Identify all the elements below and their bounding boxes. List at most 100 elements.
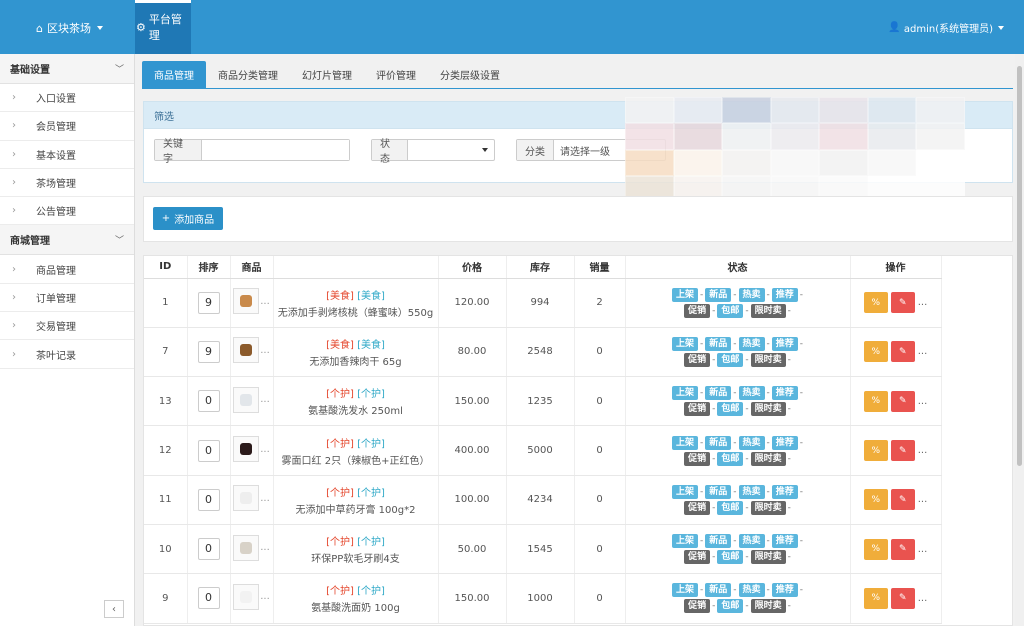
status-badge-promo-2[interactable]: 限时卖 xyxy=(750,451,786,466)
more-actions[interactable]: ... xyxy=(918,494,928,505)
link-button[interactable]: % xyxy=(863,341,888,363)
status-badge-1[interactable]: 新品 xyxy=(705,386,732,401)
status-badge-promo-0[interactable]: 促销 xyxy=(684,402,711,417)
sidebar-item-members[interactable]: › 会员管理 xyxy=(0,112,134,141)
status-badge-promo-2[interactable]: 限时卖 xyxy=(750,599,786,614)
sidebar-item-products[interactable]: › 商品管理 xyxy=(0,255,134,284)
more-actions[interactable]: ... xyxy=(918,593,928,604)
sidebar-item-announcements[interactable]: › 公告管理 xyxy=(0,197,134,226)
more-actions[interactable]: ... xyxy=(918,544,928,555)
status-badge-3[interactable]: 推荐 xyxy=(771,336,798,351)
status-badge-1[interactable]: 新品 xyxy=(705,287,732,302)
tab-category-levels[interactable]: 分类层级设置 xyxy=(428,61,512,88)
status-badge-3[interactable]: 推荐 xyxy=(771,435,798,450)
status-badge-1[interactable]: 新品 xyxy=(705,583,732,598)
edit-button[interactable]: ✎ xyxy=(890,538,915,560)
link-button[interactable]: % xyxy=(863,538,888,560)
edit-button[interactable]: ✎ xyxy=(890,587,915,609)
tab-reviews[interactable]: 评价管理 xyxy=(364,61,428,88)
edit-button[interactable]: ✎ xyxy=(890,390,915,412)
status-badge-2[interactable]: 热卖 xyxy=(738,534,765,549)
status-badge-promo-0[interactable]: 促销 xyxy=(684,599,711,614)
status-badge-0[interactable]: 上架 xyxy=(671,336,698,351)
sort-input[interactable]: 0 xyxy=(197,587,220,610)
status-badge-0[interactable]: 上架 xyxy=(671,534,698,549)
sidebar-item-transactions[interactable]: › 交易管理 xyxy=(0,312,134,341)
status-badge-promo-2[interactable]: 限时卖 xyxy=(750,550,786,565)
status-badge-promo-2[interactable]: 限时卖 xyxy=(750,402,786,417)
status-badge-0[interactable]: 上架 xyxy=(671,435,698,450)
sort-input[interactable]: 0 xyxy=(197,488,220,511)
link-button[interactable]: % xyxy=(863,489,888,511)
link-button[interactable]: % xyxy=(863,440,888,462)
status-badge-promo-1[interactable]: 包邮 xyxy=(717,599,744,614)
status-badge-2[interactable]: 热卖 xyxy=(738,435,765,450)
status-badge-0[interactable]: 上架 xyxy=(671,287,698,302)
status-badge-1[interactable]: 新品 xyxy=(705,484,732,499)
status-badge-promo-1[interactable]: 包邮 xyxy=(717,550,744,565)
scrollbar-thumb[interactable] xyxy=(1017,66,1022,466)
status-badge-promo-2[interactable]: 限时卖 xyxy=(750,303,786,318)
status-badge-3[interactable]: 推荐 xyxy=(771,583,798,598)
more-actions[interactable]: ... xyxy=(918,297,928,308)
tab-products[interactable]: 商品管理 xyxy=(142,61,206,88)
product-thumbnail[interactable] xyxy=(233,337,260,364)
status-badge-3[interactable]: 推荐 xyxy=(771,287,798,302)
nav-platform-admin[interactable]: ⚙ 平台管理 xyxy=(135,0,191,54)
status-badge-promo-1[interactable]: 包邮 xyxy=(717,402,744,417)
edit-button[interactable]: ✎ xyxy=(890,341,915,363)
status-badge-promo-1[interactable]: 包邮 xyxy=(717,451,744,466)
status-badge-promo-0[interactable]: 促销 xyxy=(684,352,711,367)
product-thumbnail[interactable] xyxy=(233,288,260,315)
status-badge-promo-0[interactable]: 促销 xyxy=(684,303,711,318)
status-badge-0[interactable]: 上架 xyxy=(671,583,698,598)
status-badge-2[interactable]: 热卖 xyxy=(738,484,765,499)
status-badge-promo-1[interactable]: 包邮 xyxy=(717,352,744,367)
status-badge-promo-2[interactable]: 限时卖 xyxy=(750,500,786,515)
status-badge-2[interactable]: 热卖 xyxy=(738,287,765,302)
status-badge-promo-1[interactable]: 包邮 xyxy=(717,500,744,515)
col-id[interactable]: ID xyxy=(144,256,188,279)
col-sort[interactable]: 排序 xyxy=(187,256,231,279)
sidebar-item-basic-settings[interactable]: › 基本设置 xyxy=(0,141,134,169)
status-badge-3[interactable]: 推荐 xyxy=(771,534,798,549)
status-badge-2[interactable]: 热卖 xyxy=(738,583,765,598)
more-actions[interactable]: ... xyxy=(918,445,928,456)
product-thumbnail[interactable] xyxy=(233,534,260,561)
col-sales[interactable]: 销量 xyxy=(574,256,626,279)
user-menu[interactable]: 👤 admin(系统管理员) xyxy=(888,20,1004,35)
sort-input[interactable]: 0 xyxy=(197,538,220,561)
sort-input[interactable]: 0 xyxy=(197,390,220,413)
product-thumbnail[interactable] xyxy=(233,436,260,463)
status-badge-3[interactable]: 推荐 xyxy=(771,484,798,499)
status-badge-3[interactable]: 推荐 xyxy=(771,386,798,401)
sidebar-item-orders[interactable]: › 订单管理 xyxy=(0,284,134,313)
status-badge-1[interactable]: 新品 xyxy=(705,336,732,351)
sort-input[interactable]: 0 xyxy=(197,439,220,462)
sidebar-item-tea-farm[interactable]: › 茶场管理 xyxy=(0,169,134,198)
status-badge-promo-2[interactable]: 限时卖 xyxy=(750,352,786,367)
sidebar-item-tea-records[interactable]: › 茶叶记录 xyxy=(0,340,134,369)
status-badge-0[interactable]: 上架 xyxy=(671,484,698,499)
col-price[interactable]: 价格 xyxy=(438,256,507,279)
status-badge-promo-0[interactable]: 促销 xyxy=(684,500,711,515)
status-select[interactable] xyxy=(408,140,494,160)
col-stock[interactable]: 库存 xyxy=(506,256,575,279)
status-badge-1[interactable]: 新品 xyxy=(705,534,732,549)
brand-menu[interactable]: ⌂ 区块茶场 xyxy=(36,20,103,36)
more-actions[interactable]: ... xyxy=(918,346,928,357)
status-badge-2[interactable]: 热卖 xyxy=(738,386,765,401)
link-button[interactable]: % xyxy=(863,587,888,609)
more-actions[interactable]: ... xyxy=(918,396,928,407)
link-button[interactable]: % xyxy=(863,292,888,314)
sort-input[interactable]: 9 xyxy=(197,291,220,314)
edit-button[interactable]: ✎ xyxy=(890,292,915,314)
add-product-button[interactable]: + 添加商品 xyxy=(153,207,223,230)
edit-button[interactable]: ✎ xyxy=(890,489,915,511)
status-badge-promo-0[interactable]: 促销 xyxy=(684,550,711,565)
product-thumbnail[interactable] xyxy=(233,386,260,413)
sort-input[interactable]: 9 xyxy=(197,340,220,363)
tab-slides[interactable]: 幻灯片管理 xyxy=(290,61,364,88)
status-badge-promo-1[interactable]: 包邮 xyxy=(717,303,744,318)
status-badge-promo-0[interactable]: 促销 xyxy=(684,451,711,466)
